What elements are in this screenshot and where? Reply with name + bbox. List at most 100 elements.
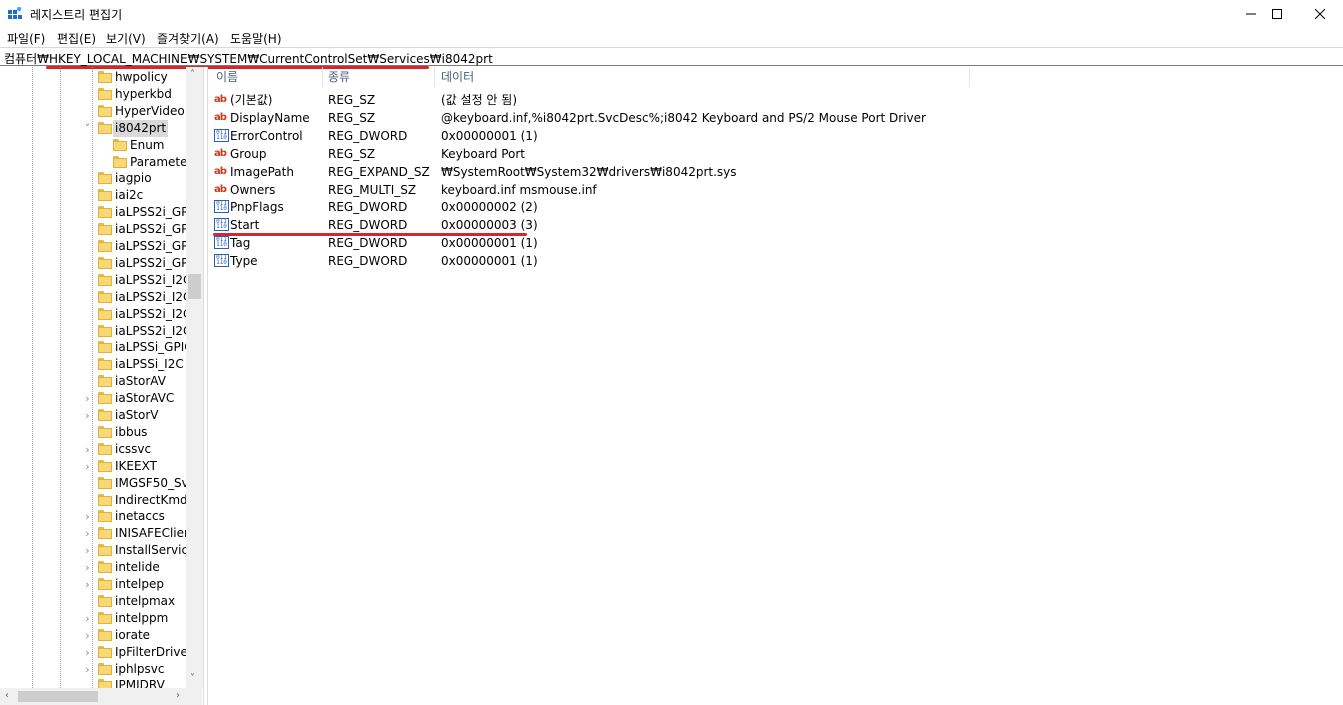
- tree-item-label[interactable]: hwpolicy: [113, 69, 170, 86]
- tree-item[interactable]: IndirectKmd: [0, 492, 188, 509]
- column-separator[interactable]: [434, 67, 435, 87]
- tree-item-label[interactable]: IndirectKmd: [113, 492, 190, 509]
- tree-item-label[interactable]: HyperVideo: [113, 103, 187, 120]
- tree-item-label[interactable]: IpFilterDriver: [113, 644, 195, 661]
- tree-item[interactable]: IPMIDRV: [0, 677, 186, 688]
- expand-chevron-icon[interactable]: ›: [83, 576, 92, 593]
- collapse-chevron-icon[interactable]: ˅: [83, 120, 92, 137]
- tree-item[interactable]: Parameters: [0, 154, 199, 171]
- column-separator[interactable]: [969, 67, 970, 87]
- tree-item[interactable]: iaLPSS2i_I2C_: [0, 306, 197, 323]
- column-header-data[interactable]: 데이터: [441, 67, 474, 87]
- tree-item[interactable]: iai2c: [0, 187, 186, 204]
- tree-item[interactable]: iaLPSS2i_GPIC: [0, 255, 200, 272]
- tree-item[interactable]: iaLPSS2i_I2C_: [0, 323, 197, 340]
- tree-item[interactable]: › iaStorV: [0, 407, 186, 424]
- scroll-up-icon[interactable]: ˄: [190, 69, 195, 80]
- tree-item[interactable]: › icssvc: [0, 441, 186, 458]
- tree-item[interactable]: IMGSF50_Svc: [0, 475, 195, 492]
- value-row[interactable]: 011 110 Start REG_DWORD 0x00000003 (3): [208, 216, 1343, 234]
- tree-horizontal-scrollbar[interactable]: ‹ ›: [0, 688, 202, 705]
- tree-item-label[interactable]: iorate: [113, 627, 152, 644]
- tree-item[interactable]: Enum: [0, 137, 186, 154]
- tree-item-label[interactable]: inetaccs: [113, 508, 167, 525]
- column-separator[interactable]: [322, 67, 323, 87]
- tree-item[interactable]: iaLPSS2i_GPIC: [0, 221, 200, 238]
- scroll-left-icon[interactable]: ‹: [5, 690, 9, 701]
- expand-chevron-icon[interactable]: ›: [83, 458, 92, 475]
- tree-item-label[interactable]: iphlpsvc: [113, 661, 166, 678]
- tree-item[interactable]: iaLPSS2i_I2C: [0, 272, 191, 289]
- tree-item-label[interactable]: Enum: [128, 137, 166, 154]
- tree-item[interactable]: intelpmax: [0, 593, 186, 610]
- value-row[interactable]: ab (기본값) REG_SZ (값 설정 안 됨): [208, 91, 1343, 109]
- scroll-down-icon[interactable]: ˅: [190, 673, 195, 684]
- tree-item[interactable]: HyperVideo: [0, 103, 186, 120]
- menu-help[interactable]: 도움말(H): [230, 30, 282, 47]
- tree-item-label[interactable]: iaStorV: [113, 407, 161, 424]
- expand-chevron-icon[interactable]: ›: [83, 508, 92, 525]
- expand-chevron-icon[interactable]: ›: [83, 525, 92, 542]
- tree-item[interactable]: iaStorAV: [0, 373, 186, 390]
- tree-item[interactable]: iaLPSS2i_I2C_: [0, 289, 197, 306]
- tree-vertical-scrollbar[interactable]: ˄ ˅: [186, 67, 203, 688]
- menu-view[interactable]: 보기(V): [106, 30, 146, 47]
- tree-item[interactable]: iaLPSS2i_GPIC: [0, 238, 200, 255]
- address-bar[interactable]: 컴퓨터₩HKEY_LOCAL_MACHINE₩SYSTEM₩CurrentCon…: [0, 47, 1343, 66]
- tree-item[interactable]: ˅ i8042prt: [0, 119, 186, 137]
- tree-item[interactable]: › intelpep: [0, 576, 186, 593]
- tree-item-label[interactable]: intelpmax: [113, 593, 177, 610]
- scroll-thumb[interactable]: [188, 274, 201, 299]
- tree-item[interactable]: ibbus: [0, 424, 186, 441]
- tree-item[interactable]: › IpFilterDriver: [0, 644, 193, 661]
- tree-item[interactable]: › inetaccs: [0, 508, 186, 525]
- expand-chevron-icon[interactable]: ›: [83, 559, 92, 576]
- maximize-button[interactable]: [1254, 0, 1300, 28]
- tree-item[interactable]: › intelppm: [0, 610, 186, 627]
- key-tree[interactable]: hwpolicy hyperkbd HyperVideo ˅ i8042prt Enum P…: [0, 67, 202, 688]
- tree-item-label[interactable]: IMGSF50_Svc: [113, 475, 197, 492]
- column-header-name[interactable]: 이름: [216, 67, 238, 87]
- tree-item[interactable]: › intelide: [0, 559, 186, 576]
- menu-favorites[interactable]: 즐겨찾기(A): [157, 30, 219, 47]
- value-row[interactable]: ab Owners REG_MULTI_SZ keyboard.inf msmouse…: [208, 181, 1343, 199]
- column-header-type[interactable]: 종류: [328, 67, 350, 87]
- expand-chevron-icon[interactable]: ›: [83, 627, 92, 644]
- tree-item[interactable]: › iaStorAVC: [0, 390, 186, 407]
- close-button[interactable]: [1297, 0, 1343, 28]
- tree-item[interactable]: › InstallService: [0, 542, 195, 559]
- tree-item[interactable]: hyperkbd: [0, 86, 186, 103]
- tree-item-label[interactable]: hyperkbd: [113, 86, 174, 103]
- expand-chevron-icon[interactable]: ›: [83, 407, 92, 424]
- expand-chevron-icon[interactable]: ›: [83, 542, 92, 559]
- tree-item[interactable]: › iphlpsvc: [0, 661, 186, 678]
- address-path[interactable]: 컴퓨터₩HKEY_LOCAL_MACHINE₩SYSTEM₩CurrentCon…: [4, 50, 493, 67]
- tree-item-label[interactable]: intelpep: [113, 576, 166, 593]
- expand-chevron-icon[interactable]: ›: [83, 390, 92, 407]
- scroll-thumb[interactable]: [18, 691, 98, 702]
- tree-item[interactable]: iaLPSSi_I2C: [0, 356, 186, 373]
- expand-chevron-icon[interactable]: ›: [83, 610, 92, 627]
- expand-chevron-icon[interactable]: ›: [83, 661, 92, 678]
- tree-item-label[interactable]: i8042prt: [113, 119, 169, 137]
- tree-item[interactable]: › INISAFEClientI: [0, 525, 200, 542]
- expand-chevron-icon[interactable]: ›: [83, 644, 92, 661]
- scroll-right-icon[interactable]: ›: [176, 690, 180, 701]
- value-row[interactable]: ab Group REG_SZ Keyboard Port: [208, 145, 1343, 163]
- tree-item[interactable]: hwpolicy: [0, 69, 186, 86]
- tree-item-label[interactable]: InstallService: [113, 542, 197, 559]
- value-row[interactable]: 011 110 PnpFlags REG_DWORD 0x00000002 (2): [208, 198, 1343, 216]
- tree-item-label[interactable]: IPMIDRV: [113, 677, 167, 688]
- tree-item-label[interactable]: IKEEXT: [113, 458, 159, 475]
- values-list[interactable]: 이름 종류 데이터 ab (기본값) REG_SZ (값 설정 안 됨) ab Displ…: [208, 67, 1343, 705]
- value-row[interactable]: 011 110 Tag REG_DWORD 0x00000001 (1): [208, 234, 1343, 252]
- tree-item-label[interactable]: iaStorAV: [113, 373, 168, 390]
- tree-item-label[interactable]: intelide: [113, 559, 162, 576]
- tree-item[interactable]: iaLPSS2i_GPIC: [0, 204, 200, 221]
- tree-item[interactable]: iaLPSSi_GPIO: [0, 339, 194, 356]
- value-row[interactable]: 011 110 Type REG_DWORD 0x00000001 (1): [208, 252, 1343, 270]
- tree-item[interactable]: › IKEEXT: [0, 458, 186, 475]
- tree-item-label[interactable]: ibbus: [113, 424, 149, 441]
- tree-item-label[interactable]: iai2c: [113, 187, 145, 204]
- tree-item-label[interactable]: intelppm: [113, 610, 170, 627]
